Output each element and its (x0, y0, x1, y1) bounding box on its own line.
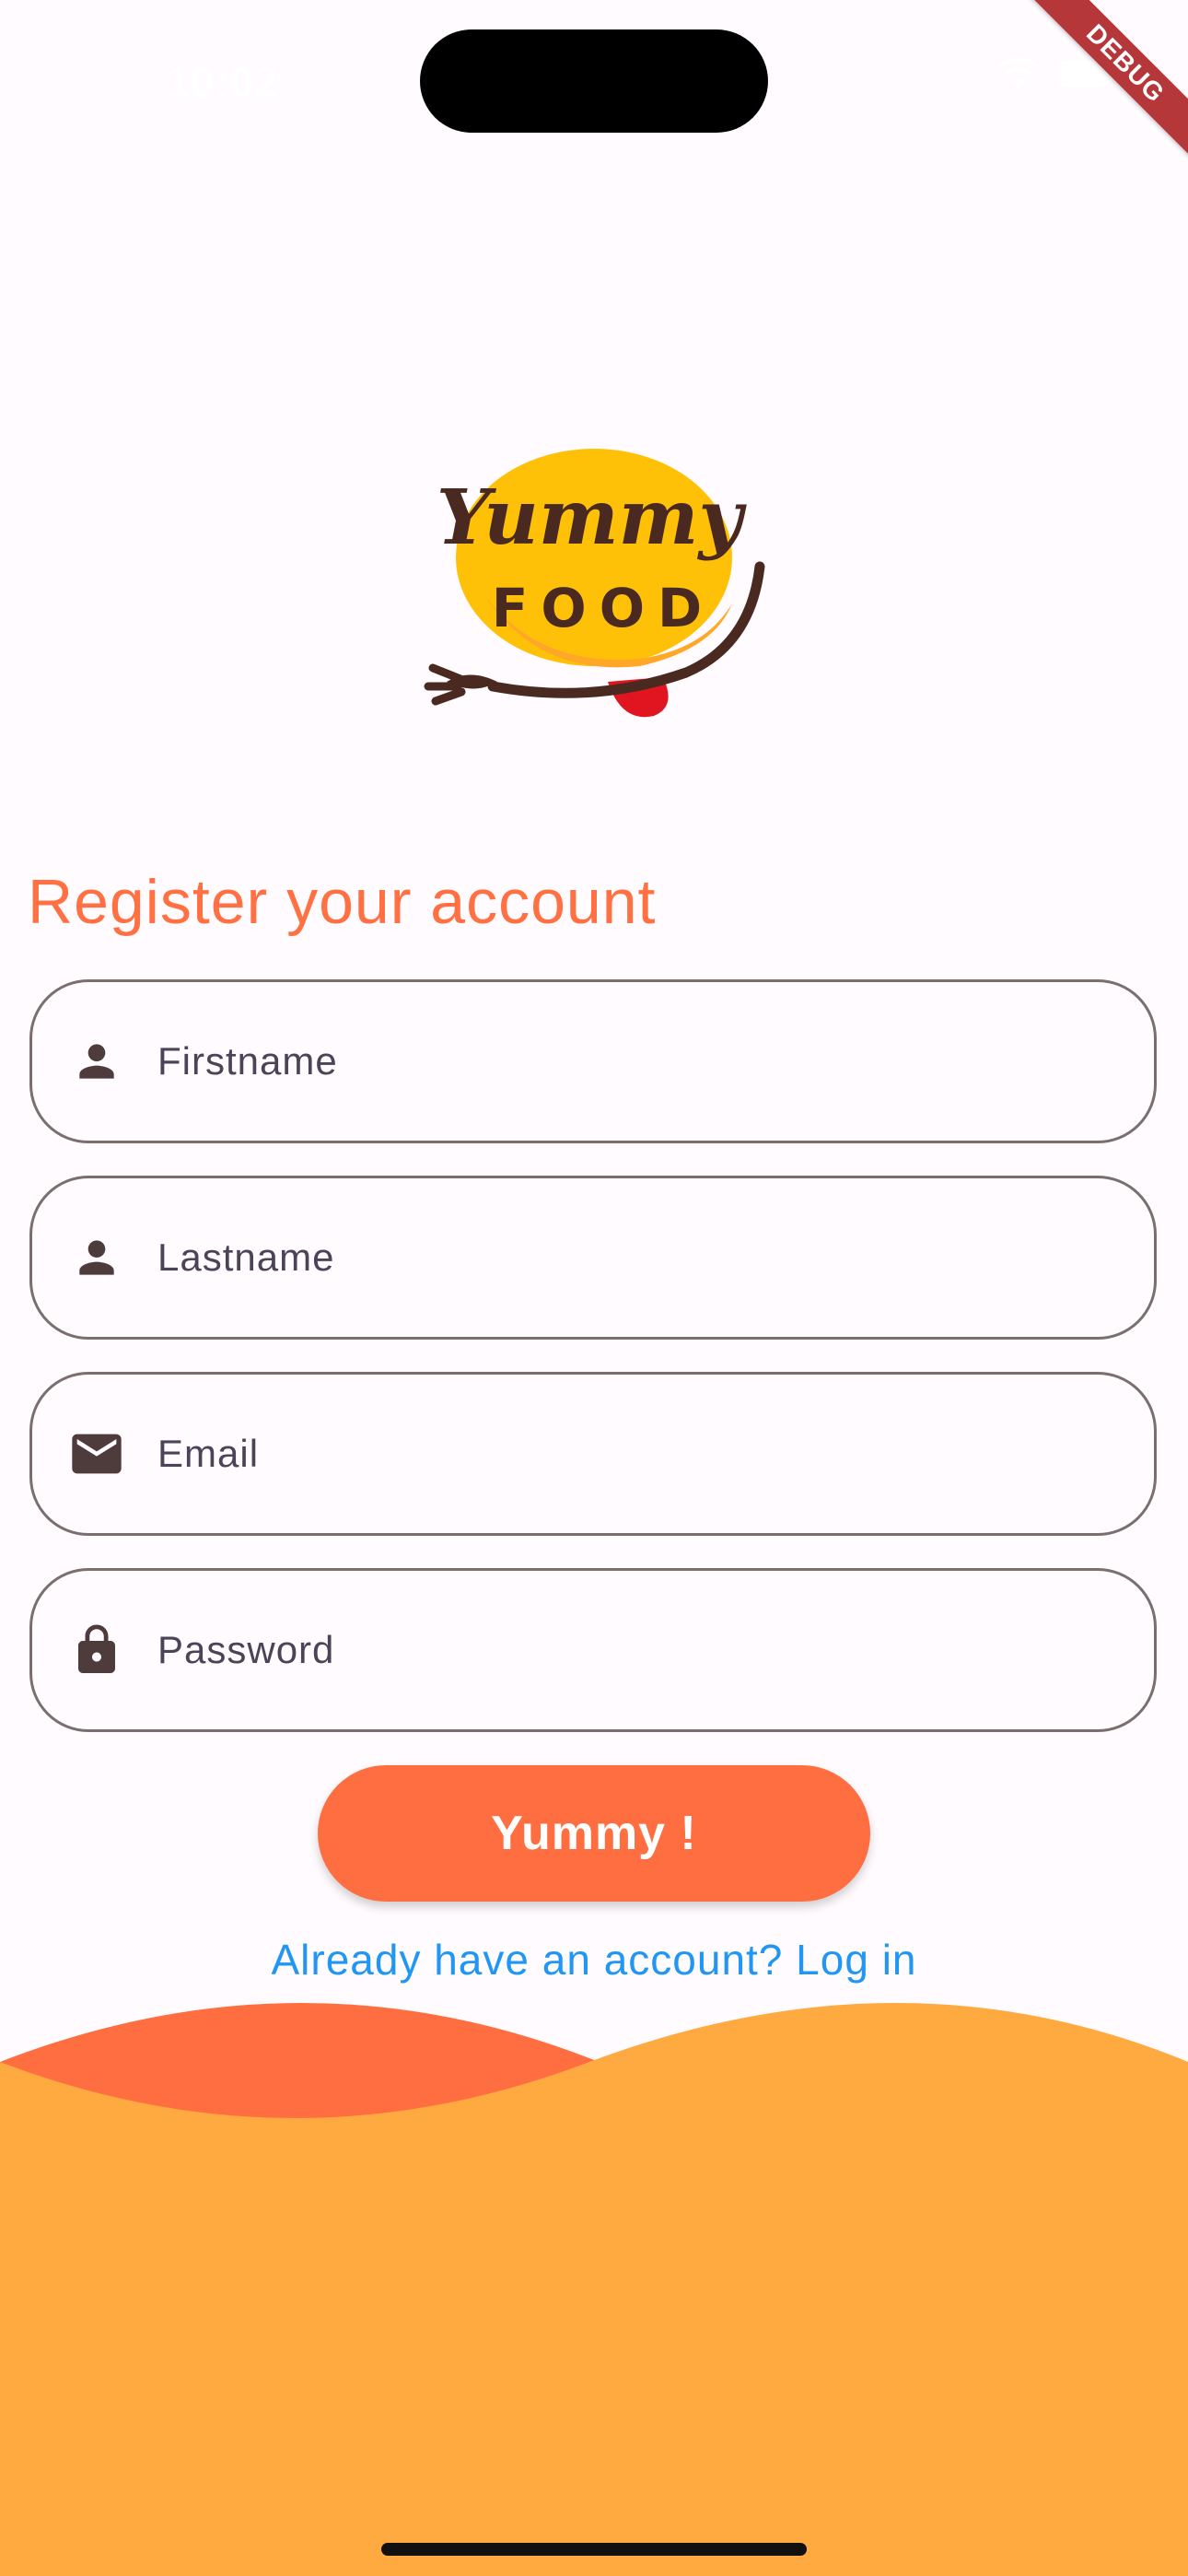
firstname-field[interactable] (29, 979, 1157, 1143)
wave-decoration (0, 2003, 1188, 2576)
person-icon (67, 1032, 126, 1091)
logo-text-yummy: Yummy (437, 474, 748, 562)
mail-icon (67, 1424, 126, 1483)
register-button[interactable]: Yummy ! (318, 1765, 870, 1902)
password-input[interactable] (156, 1627, 1126, 1673)
home-indicator[interactable] (381, 2543, 807, 2556)
debug-banner: DEBUG (1013, 0, 1188, 175)
person-icon (67, 1228, 126, 1287)
lastname-field[interactable] (29, 1176, 1157, 1340)
logo-text-food: FOOD (492, 577, 715, 639)
debug-label: DEBUG (1014, 0, 1188, 175)
page-title: Register your account (28, 867, 657, 937)
login-link[interactable]: Already have an account? Log in (0, 1935, 1188, 1985)
status-bar: 10:02 (0, 0, 1188, 147)
dynamic-island (420, 29, 768, 133)
firstname-input[interactable] (156, 1038, 1126, 1084)
password-field[interactable] (29, 1568, 1157, 1732)
yummy-food-logo: Yummy FOOD (424, 449, 765, 718)
lock-icon (67, 1621, 126, 1680)
email-field[interactable] (29, 1372, 1157, 1536)
lastname-input[interactable] (156, 1235, 1126, 1281)
email-input[interactable] (156, 1431, 1126, 1477)
status-time: 10:02 (166, 58, 279, 106)
